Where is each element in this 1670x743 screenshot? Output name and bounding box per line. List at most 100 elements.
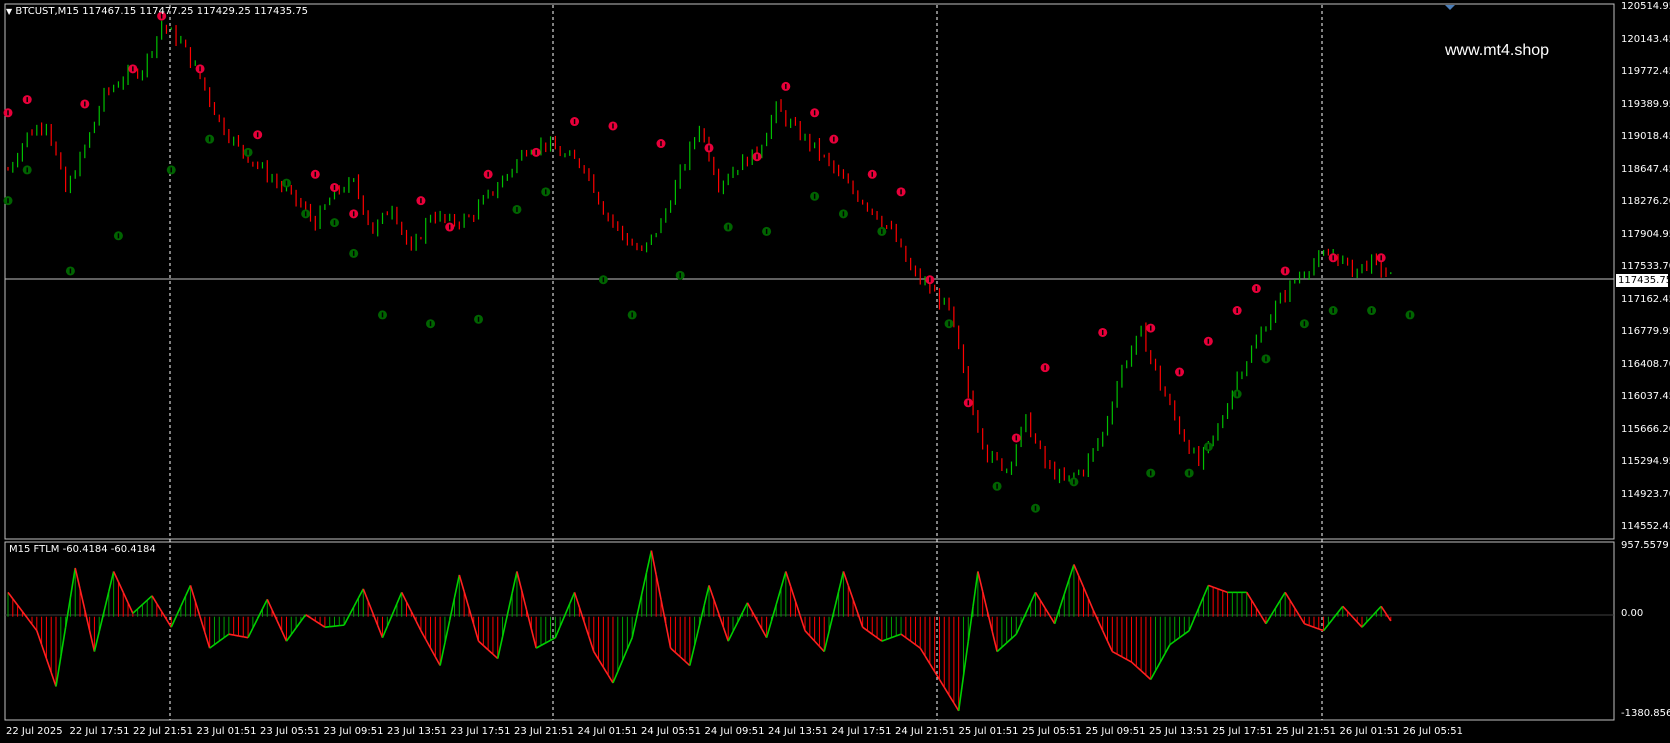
indicator-line-segment [103,591,110,612]
indicator-line-segment [953,702,960,712]
indicator-line-segment [823,631,830,652]
indicator-line-segment [1327,617,1334,626]
indicator-line-segment [520,590,528,610]
indicator-line-segment [1298,615,1306,625]
indicator-line-segment [775,587,782,605]
indicator-line-segment [640,572,648,595]
indicator-line-segment [996,646,1003,653]
indicator-line-segment [1250,599,1258,609]
indicator-line-segment [741,602,749,613]
time-axis-label: 22 Jul 17:51 [69,726,130,737]
indicator-line-segment [122,592,129,604]
indicator-line-segment [146,595,153,601]
symbol-info: ▼ BTCUST,M15 117467.15 117477.25 117429.… [6,6,308,17]
indicator-line-segment [329,625,335,628]
indicator-line-segment [1274,599,1282,609]
indicator-line-segment [1073,564,1080,577]
indicator-scale-max: 957.5579 [1621,540,1669,551]
triangle-down-icon[interactable]: ▼ [6,7,12,16]
indicator-line-segment [209,643,215,649]
indicator-line-segment [1082,586,1090,599]
time-axis-label: 26 Jul 01:51 [1339,726,1400,737]
indicator-line-segment [1370,610,1377,618]
price-scale-label: 116779.95 [1621,326,1670,337]
indicator-line-segment [482,644,489,651]
indicator-line-segment [50,672,57,687]
indicator-line-segment [631,615,638,638]
indicator-line-segment [919,647,926,657]
signal-arrows-group [3,11,1415,513]
indicator-line-segment [199,616,206,633]
price-scale-label: 118647.45 [1621,163,1670,175]
indicator-line-segment [895,633,902,637]
indicator-line-segment [400,591,408,603]
indicator-line-segment [276,619,283,632]
indicator-line-segment [1039,599,1046,609]
indicator-line-segment [1135,665,1142,672]
indicator-line-segment [713,599,720,614]
chart-canvas[interactable] [0,0,1670,743]
indicator-line-segment [238,635,244,638]
indicator-line-segment [40,644,48,659]
indicator-line-segment [64,597,72,628]
indicator-line-segment [799,615,806,631]
indicator-line-segment [1212,586,1219,590]
indicator-line-segment [727,631,734,642]
indicator-line-segment [929,663,936,673]
indicator-line-segment [170,616,177,628]
indicator-line-segment [967,606,974,642]
indicator-line-segment [55,656,62,687]
indicator-line-segment [1068,564,1075,580]
chart-shift-marker-icon[interactable] [1445,5,1455,10]
indicator-line-segment [391,603,398,616]
indicator-line-segment [386,614,393,627]
indicator-line-segment [924,655,931,665]
time-axis-label: 24 Jul 21:51 [895,726,955,737]
indicator-line-segment [1154,661,1162,672]
indicator-line-segment [866,630,873,635]
indicator-line-segment [266,598,273,611]
indicator-line-segment [1015,623,1022,635]
indicator-line-segment [1101,630,1109,642]
indicator-line-segment [1164,644,1171,654]
indicator-line-segment [300,614,307,622]
indicator-line-segment [1145,674,1152,681]
indicator-line-segment [429,647,437,658]
indicator-line-segment [1111,650,1118,655]
indicator-line-segment [60,627,67,657]
time-axis-label: 22 Jul 2025 [6,726,63,737]
indicator-line-segment [463,591,470,609]
time-axis-label: 25 Jul 05:51 [1022,726,1082,737]
indicator-line-segment [1380,605,1387,615]
candles-group [7,20,1392,484]
indicator-line-segment [809,635,816,642]
main-pane-border [4,3,1615,540]
indicator-line-segment [425,639,432,649]
indicator-line-segment [506,593,513,616]
indicator-line-segment [252,618,259,629]
time-axis-label: 23 Jul 21:51 [514,726,574,737]
indicator-line-segment [137,603,143,610]
indicator-line-segment [1366,616,1373,623]
indicator-line-segment [938,679,945,688]
indicator-line-segment [862,626,868,632]
indicator-line-segment [434,656,441,666]
indicator-line-segment [660,599,667,624]
time-axis-label: 24 Jul 01:51 [577,726,638,737]
indicator-line-segment [684,660,691,667]
indicator-line-segment [405,601,413,612]
indicator-line-segment [814,640,821,647]
indicator-line-segment [156,603,163,612]
indicator-line-segment [1308,624,1315,628]
price-scale-label: 116408.70 [1621,358,1670,370]
indicator-line-segment [295,620,302,629]
indicator-line-segment [26,617,33,625]
indicator-line-segment [1116,653,1123,658]
indicator-line-segment [1346,610,1353,618]
indicator-line-segment [886,636,892,641]
indicator-line-segment [261,598,268,610]
indicator-line-segment [31,623,38,632]
indicator-line-segment [737,612,744,623]
indicator-line-segment [770,604,777,622]
indicator-line-segment [165,618,172,628]
